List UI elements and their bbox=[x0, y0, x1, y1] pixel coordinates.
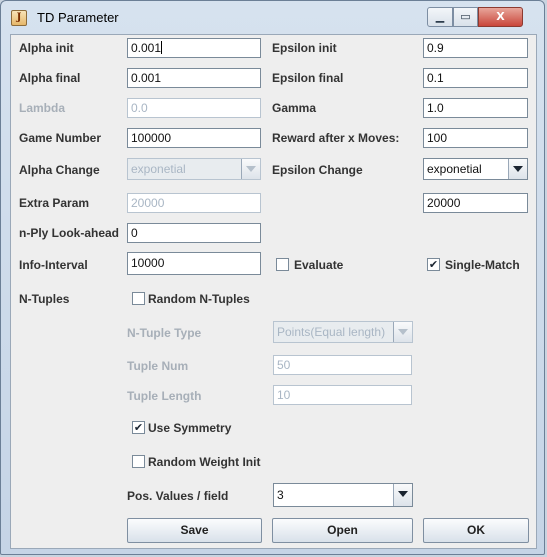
chevron-down-icon bbox=[241, 159, 260, 179]
extra-param-input[interactable]: 20000 bbox=[127, 193, 261, 213]
minimize-button[interactable]: ▁ bbox=[427, 7, 453, 27]
evaluate-checkbox[interactable] bbox=[276, 258, 289, 271]
random-weight-init-label: Random Weight Init bbox=[148, 455, 261, 469]
java-app-icon: J bbox=[11, 10, 27, 26]
chevron-down-icon bbox=[508, 159, 527, 179]
use-symmetry-checkbox[interactable]: ✔ bbox=[132, 421, 145, 434]
epsilon-extra-input[interactable]: 20000 bbox=[423, 193, 528, 213]
game-number-input[interactable]: 100000 bbox=[127, 128, 261, 148]
gamma-label: Gamma bbox=[272, 101, 317, 115]
lambda-label: Lambda bbox=[19, 101, 66, 115]
tuple-num-label: Tuple Num bbox=[127, 359, 189, 373]
epsilon-init-label: Epsilon init bbox=[272, 41, 337, 55]
alpha-init-label: Alpha init bbox=[19, 41, 74, 55]
ntuple-type-select[interactable]: Points(Equal length) bbox=[273, 321, 413, 343]
random-ntuples-label: Random N-Tuples bbox=[148, 292, 250, 306]
open-button[interactable]: Open bbox=[272, 518, 413, 543]
tuple-length-label: Tuple Length bbox=[127, 389, 202, 403]
game-number-label: Game Number bbox=[19, 131, 102, 145]
ntuples-label: N-Tuples bbox=[19, 292, 70, 306]
nply-label: n-Ply Look-ahead bbox=[19, 226, 120, 240]
alpha-change-label: Alpha Change bbox=[19, 163, 100, 177]
alpha-change-select[interactable]: exponetial bbox=[127, 158, 261, 180]
ntuple-type-label: N-Tuple Type bbox=[127, 326, 202, 340]
epsilon-final-label: Epsilon final bbox=[272, 71, 344, 85]
alpha-final-label: Alpha final bbox=[19, 71, 81, 85]
single-match-label: Single-Match bbox=[445, 258, 520, 272]
td-parameter-window: J TD Parameter ▁ ▭ X Alpha init 0.001 Al… bbox=[0, 0, 545, 555]
epsilon-change-label: Epsilon Change bbox=[272, 163, 363, 177]
alpha-final-input[interactable]: 0.001 bbox=[127, 68, 261, 88]
info-interval-input[interactable]: 10000 bbox=[127, 252, 261, 275]
chevron-down-icon bbox=[393, 484, 412, 506]
chevron-down-icon bbox=[393, 322, 412, 342]
epsilon-init-input[interactable]: 0.9 bbox=[423, 38, 528, 58]
random-weight-init-checkbox[interactable] bbox=[132, 455, 145, 468]
info-interval-label: Info-Interval bbox=[19, 258, 88, 272]
random-ntuples-checkbox[interactable] bbox=[132, 292, 145, 305]
epsilon-final-input[interactable]: 0.1 bbox=[423, 68, 528, 88]
evaluate-label: Evaluate bbox=[294, 258, 344, 272]
window-controls: ▁ ▭ X bbox=[427, 7, 541, 27]
parameter-panel: Alpha init 0.001 Alpha final 0.001 Lambd… bbox=[10, 34, 537, 549]
single-match-checkbox[interactable]: ✔ bbox=[427, 258, 440, 271]
close-button[interactable]: X bbox=[478, 7, 523, 27]
reward-label: Reward after x Moves: bbox=[272, 131, 400, 145]
save-button[interactable]: Save bbox=[127, 518, 262, 543]
pos-values-label: Pos. Values / field bbox=[127, 489, 229, 503]
reward-input[interactable]: 100 bbox=[423, 128, 528, 148]
gamma-input[interactable]: 1.0 bbox=[423, 98, 528, 118]
pos-values-select[interactable]: 3 bbox=[273, 483, 413, 507]
nply-input[interactable]: 0 bbox=[127, 223, 261, 243]
maximize-button[interactable]: ▭ bbox=[453, 7, 478, 27]
epsilon-change-select[interactable]: exponetial bbox=[423, 158, 528, 180]
tuple-num-input[interactable]: 50 bbox=[273, 355, 412, 375]
use-symmetry-label: Use Symmetry bbox=[148, 421, 232, 435]
title-bar[interactable]: J TD Parameter ▁ ▭ X bbox=[1, 1, 546, 35]
text-caret bbox=[161, 41, 163, 54]
window-title: TD Parameter bbox=[37, 10, 119, 25]
lambda-input[interactable]: 0.0 bbox=[127, 98, 261, 118]
ok-button[interactable]: OK bbox=[423, 518, 529, 543]
alpha-init-input[interactable]: 0.001 bbox=[127, 38, 261, 58]
extra-param-label: Extra Param bbox=[19, 196, 90, 210]
tuple-length-input[interactable]: 10 bbox=[273, 385, 412, 405]
